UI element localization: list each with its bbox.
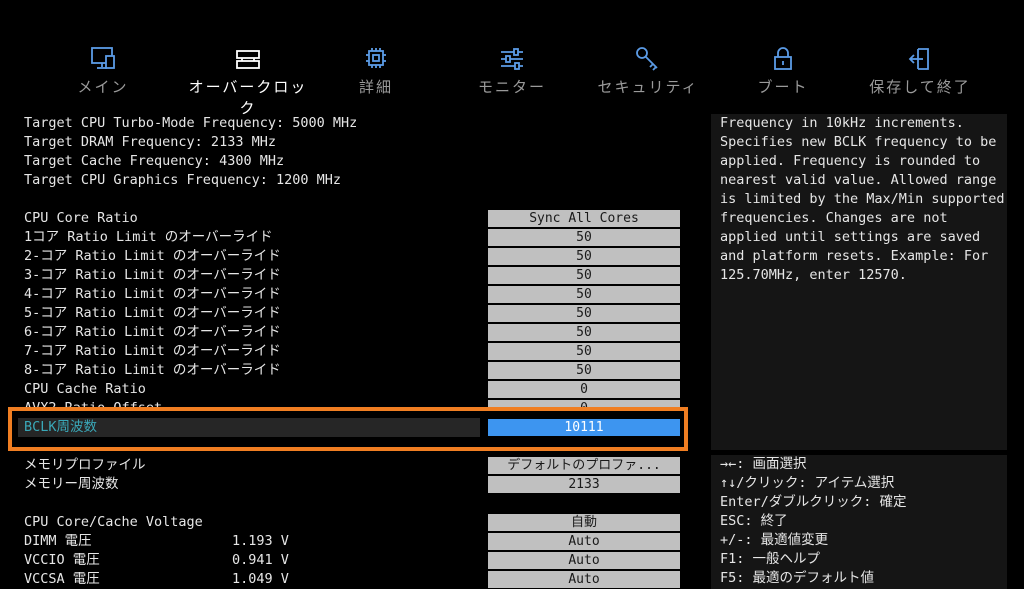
info-dram-frequency: Target DRAM Frequency: 2133 MHz	[24, 134, 276, 150]
key-help-line: +/-: 最適値変更	[720, 532, 829, 548]
info-cache-frequency: Target Cache Frequency: 4300 MHz	[24, 153, 285, 169]
dimm-voltage-reading: 1.193 V	[232, 533, 289, 549]
cpu-icon	[366, 48, 386, 68]
tab-security[interactable]: セキュリティ	[583, 46, 713, 97]
ratio-limit-2-value[interactable]: 50	[488, 248, 680, 265]
help-text: Frequency in 10kHz increments. Specifies…	[720, 115, 1005, 283]
dimm-voltage-value[interactable]: Auto	[488, 533, 680, 550]
exit-door-icon	[908, 48, 929, 70]
tab-save-exit[interactable]: 保存して終了	[855, 46, 985, 97]
tab-boot[interactable]: ブート	[718, 46, 848, 97]
key-help-line: ESC: 終了	[720, 513, 788, 529]
setting-label: メモリプロファイル	[24, 457, 146, 473]
cpu-core-cache-voltage-value[interactable]: 自動	[488, 514, 680, 531]
setting-label: 4-コア Ratio Limit のオーバーライド	[24, 286, 281, 302]
memory-profile-value[interactable]: デフォルトのプロファ...	[488, 457, 680, 474]
ratio-limit-6-value[interactable]: 50	[488, 324, 680, 341]
info-turbo-frequency: Target CPU Turbo-Mode Frequency: 5000 MH…	[24, 115, 358, 131]
setting-label: AVX2 Ratio Offset	[24, 400, 163, 410]
ratio-limit-8-value[interactable]: 50	[488, 362, 680, 379]
tab-label: セキュリティ	[597, 78, 699, 96]
ratio-limit-1-value[interactable]: 50	[488, 229, 680, 246]
setting-label: 7-コア Ratio Limit のオーバーライド	[24, 343, 281, 359]
tab-label: メイン	[77, 78, 129, 96]
setting-label: 1コア Ratio Limit のオーバーライド	[24, 229, 273, 245]
key-help-line: Enter/ダブルクリック: 確定	[720, 494, 907, 510]
key-help-line: F1: 一般ヘルプ	[720, 551, 821, 567]
help-panel: Frequency in 10kHz increments. Specifies…	[711, 114, 1007, 450]
memory-frequency-value[interactable]: 2133	[488, 476, 680, 493]
tab-monitor[interactable]: モニター	[447, 46, 577, 97]
ratio-limit-3-value[interactable]: 50	[488, 267, 680, 284]
bclk-frequency-label: BCLK周波数	[24, 419, 98, 435]
top-nav: メイン オーバークロック 詳細 モニター セキュリティ ブート 保存して終了	[0, 0, 1024, 117]
ratio-limit-4-value[interactable]: 50	[488, 286, 680, 303]
setting-label: 3-コア Ratio Limit のオーバーライド	[24, 267, 281, 283]
tab-label: ブート	[757, 78, 809, 96]
setting-label: VCCSA 電圧	[24, 571, 100, 587]
key-help-line: ↑↓/クリック: アイテム選択	[720, 475, 895, 491]
tab-main[interactable]: メイン	[38, 46, 168, 97]
setting-label: 5-コア Ratio Limit のオーバーライド	[24, 305, 281, 321]
setting-label: CPU Cache Ratio	[24, 381, 146, 397]
sliders-icon	[501, 48, 523, 70]
monitor-icon	[91, 47, 115, 69]
info-graphics-frequency: Target CPU Graphics Frequency: 1200 MHz	[24, 172, 341, 188]
ratio-limit-7-value[interactable]: 50	[488, 343, 680, 360]
vccsa-voltage-value[interactable]: Auto	[488, 571, 680, 588]
key-help-line: F5: 最適のデフォルト値	[720, 570, 875, 586]
cpu-core-ratio-value[interactable]: Sync All Cores	[488, 210, 680, 227]
lock-icon	[774, 47, 792, 70]
vccio-voltage-value[interactable]: Auto	[488, 552, 680, 569]
tab-overclock[interactable]: オーバークロック	[183, 46, 313, 118]
bclk-frequency-input[interactable]: 10111	[488, 419, 680, 436]
setting-label: 6-コア Ratio Limit のオーバーライド	[24, 324, 281, 340]
setting-label: CPU Core Ratio	[24, 210, 138, 226]
tab-advanced[interactable]: 詳細	[311, 46, 441, 97]
setting-label: 2-コア Ratio Limit のオーバーライド	[24, 248, 281, 264]
setting-label: VCCIO 電圧	[24, 552, 100, 568]
tab-label: モニター	[477, 78, 546, 96]
setting-label: DIMM 電圧	[24, 533, 92, 549]
avx2-ratio-offset-value[interactable]: 0	[488, 400, 680, 410]
tab-label: 詳細	[358, 78, 393, 96]
key-icon	[636, 47, 658, 71]
memory-chip-icon	[236, 50, 260, 69]
setting-label: メモリー周波数	[24, 476, 119, 492]
key-help-panel: →←: 画面選択 ↑↓/クリック: アイテム選択 Enter/ダブルクリック: …	[711, 455, 1007, 589]
tab-label: 保存して終了	[869, 78, 971, 96]
setting-label: 8-コア Ratio Limit のオーバーライド	[24, 362, 281, 378]
setting-label: CPU Core/Cache Voltage	[24, 514, 203, 530]
cpu-cache-ratio-value[interactable]: 0	[488, 381, 680, 398]
key-help-line: →←: 画面選択	[720, 456, 807, 472]
tab-label: オーバークロック	[188, 78, 308, 117]
vccsa-voltage-reading: 1.049 V	[232, 571, 289, 587]
vccio-voltage-reading: 0.941 V	[232, 552, 289, 568]
ratio-limit-5-value[interactable]: 50	[488, 305, 680, 322]
